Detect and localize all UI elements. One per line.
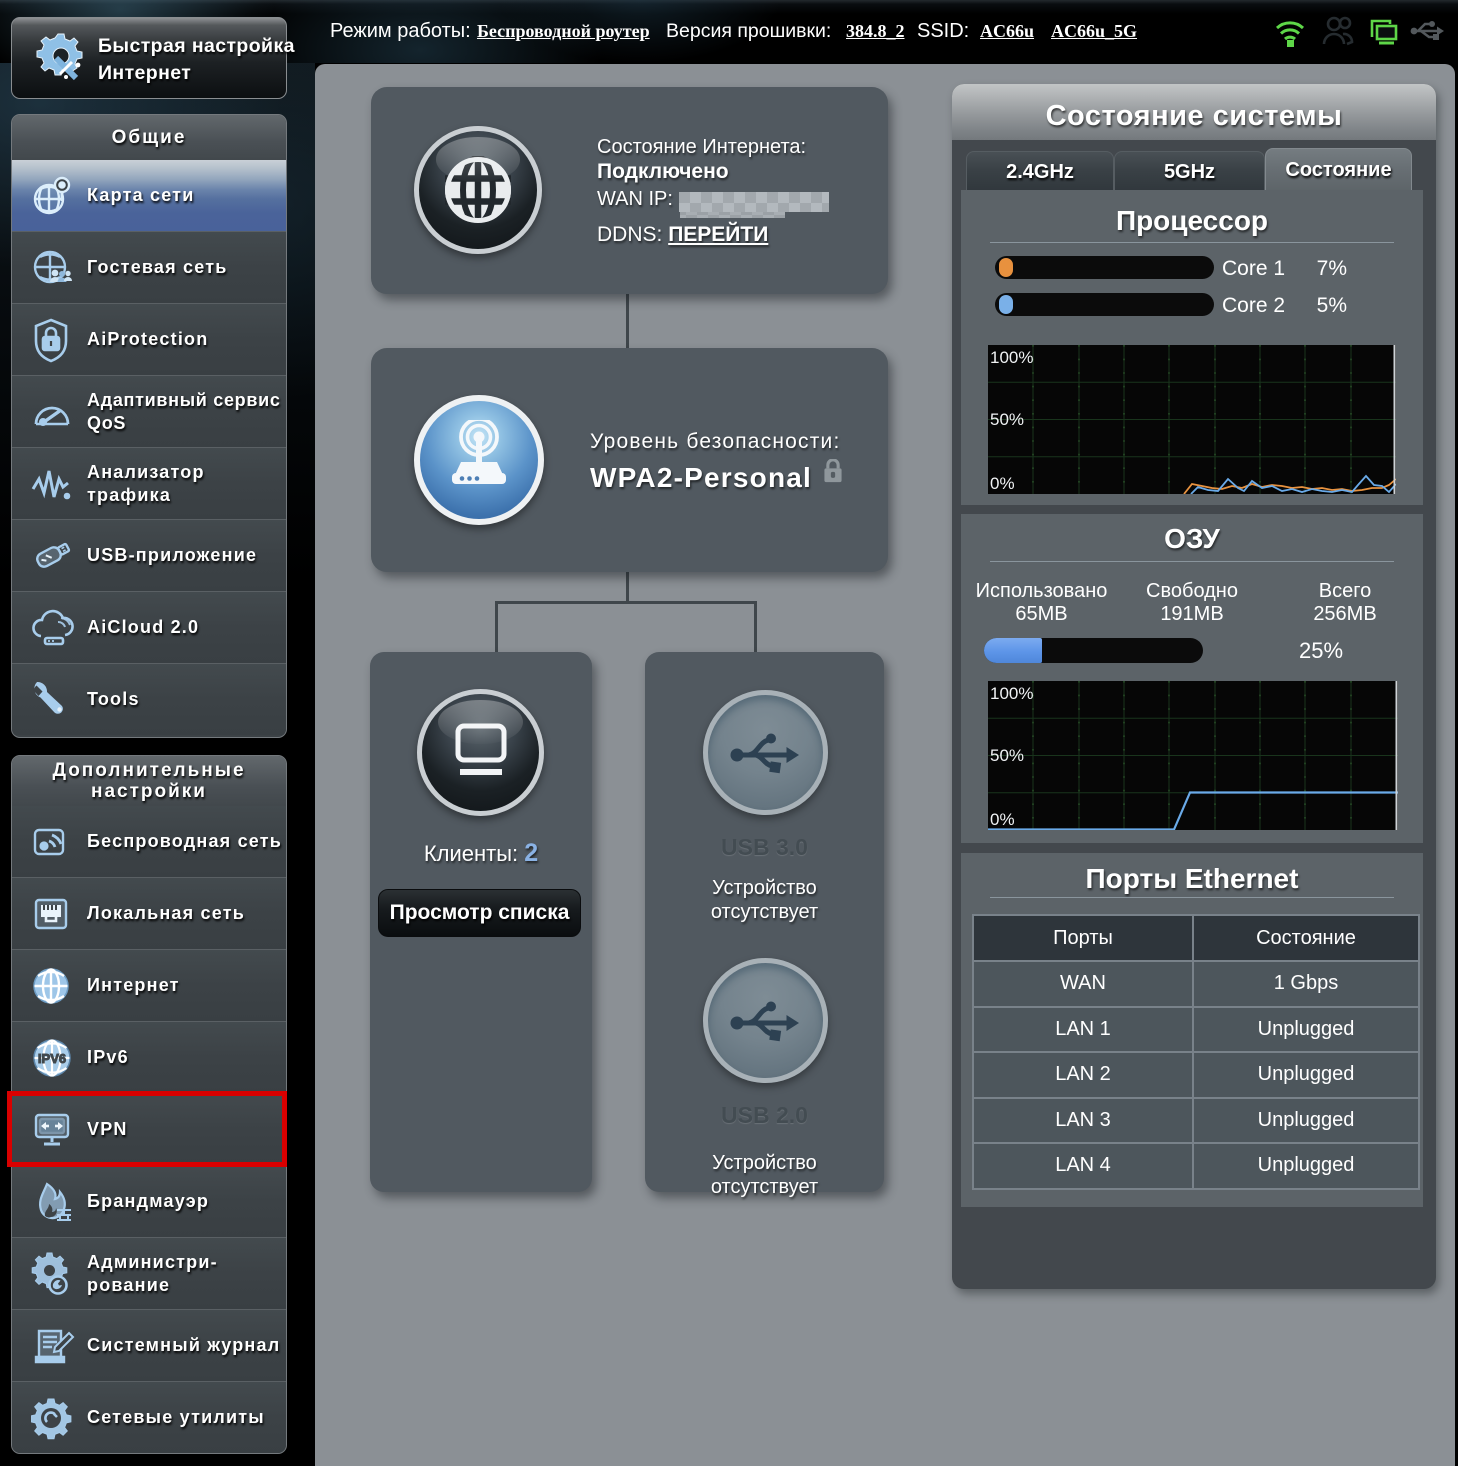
svg-text:0%: 0% [990, 474, 1015, 493]
svg-text:50%: 50% [990, 410, 1024, 429]
svg-text:100%: 100% [990, 348, 1033, 367]
svg-text:0%: 0% [990, 810, 1015, 829]
svg-text:100%: 100% [990, 684, 1033, 703]
svg-text:50%: 50% [990, 746, 1024, 765]
svg-text:IPV6: IPV6 [38, 1051, 66, 1066]
